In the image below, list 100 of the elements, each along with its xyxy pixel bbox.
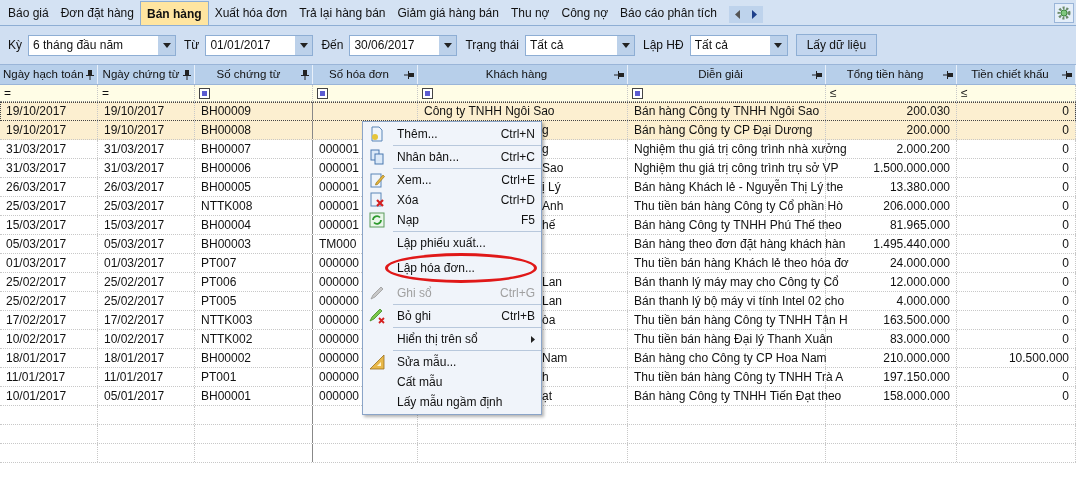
table-cell-text: 197.150.000	[883, 369, 950, 386]
table-cell-text: 26/03/2017	[6, 179, 67, 196]
table-cell-text: Thu tiền bán hàng Khách lẻ theo hóa đơ	[634, 255, 849, 272]
table-cell-text: 0	[1062, 236, 1069, 253]
table-cell-text: 0	[1062, 198, 1069, 215]
table-cell-text: Bán thanh lý máy may cho Công ty Cổ	[634, 274, 839, 291]
table-cell-text: 163.500.000	[883, 312, 950, 329]
table-cell-text: Nghiệm thu giá trị công trình nhà xưởng	[634, 141, 847, 158]
table-cell-text: 15/03/2017	[104, 217, 165, 234]
table-cell-text: 0	[1062, 274, 1069, 291]
table-cell-text: 1.500.000.000	[873, 160, 950, 177]
table-cell-text: 0	[1062, 255, 1069, 272]
table-cell-text: 01/03/2017	[6, 255, 67, 272]
table-cell-text: h	[542, 369, 549, 386]
table-cell-text: 0	[1062, 369, 1069, 386]
table-cell-text: 10/02/2017	[6, 331, 67, 348]
table-cell-text: Lan	[542, 293, 563, 310]
table-cell-text: Thu tiền bán hàng Công ty TNHH Trà A	[634, 369, 844, 386]
filter-label: Kỳ	[8, 37, 22, 54]
table-cell-text: 26/03/2017	[104, 179, 165, 196]
table-cell-text: BH00009	[201, 103, 252, 120]
table-cell-text: Bán hàng Công ty TNHH Ngôi Sao	[634, 103, 820, 120]
table-cell-text: 25/02/2017	[104, 274, 165, 291]
table-cell-text: 17/02/2017	[6, 312, 67, 329]
table-cell-text: PT005	[201, 293, 237, 310]
table-cell-text: 05/01/2017	[104, 388, 165, 405]
table-cell-text: 200.000	[906, 122, 950, 139]
table-cell-text: BH00007	[201, 141, 252, 158]
table-cell-text: BH00006	[201, 160, 252, 177]
table-cell-text: NTTK008	[201, 198, 253, 215]
table-cell-text: 31/03/2017	[104, 160, 165, 177]
table-cell-text: 01/03/2017	[104, 255, 165, 272]
table-cell-text: 000001	[319, 179, 360, 196]
table-cell-text: Bán hàng Công ty CP Đại Dương	[634, 122, 813, 139]
table-cell-text: g	[542, 122, 549, 139]
table-cell: Bán hàng Khách lẻ - Nguyễn Thị Lý the	[634, 178, 844, 196]
table-cell-text: 17/02/2017	[104, 312, 165, 329]
table-cell-text: Bán thanh lý bộ máy vi tính Intel 02 cho	[634, 293, 845, 310]
table-cell-text: Bán hàng Công ty TNHH Phú Thế theo	[634, 217, 842, 234]
table-cell-text: 19/10/2017	[104, 122, 165, 139]
table-cell-text: 0	[1062, 103, 1069, 120]
table-cell-text: 000000	[319, 369, 360, 386]
table-cell-text: 0	[1062, 122, 1069, 139]
table-cell-text: 000000	[319, 388, 360, 405]
table-cell-text: 158.000.000	[883, 388, 950, 405]
table-cell-text: 10/01/2017	[6, 388, 67, 405]
table-cell-text: Lan	[542, 274, 563, 291]
filter-label: Trạng thái	[465, 37, 519, 54]
table-cell-text: Nam	[542, 350, 568, 367]
table-cell-text: 0	[1062, 312, 1069, 329]
table-cell-text: 13.380.000	[889, 179, 950, 196]
table-cell-text: ạt	[542, 388, 552, 405]
table-cell-text: 10.500.000	[1008, 350, 1069, 367]
table-cell-text: 31/03/2017	[6, 160, 67, 177]
table-cell-text: 000000	[319, 350, 360, 367]
table-cell-text: Bán hàng cho Công ty CP Hoa Nam	[634, 350, 827, 367]
filter-label: Lập HĐ	[643, 37, 684, 54]
table-cell-text: 2.000.200	[896, 141, 950, 158]
table-cell-text: òa	[542, 312, 556, 329]
table-cell-text: 83.000.000	[889, 331, 950, 348]
table-cell-text: 18/01/2017	[104, 350, 165, 367]
table-cell-text: 0	[1062, 160, 1069, 177]
table-cell-text: NTTK003	[201, 312, 253, 329]
table-cell-text: 200.030	[906, 103, 950, 120]
table-cell-text: 1.495.440.000	[873, 236, 950, 253]
table-cell-text: Sao	[542, 160, 564, 177]
table-cell-text: 19/10/2017	[104, 103, 165, 120]
table-cell-text: Bán hàng theo đơn đặt hàng khách hàn	[634, 236, 846, 253]
table-cell-text: Nghiệm thu giá trị công trình trụ sở VP	[634, 160, 839, 177]
table-cell-text: 25/02/2017	[6, 274, 67, 291]
table-cell-text: Thu tiền bán hàng Công ty Cổ phần Hò	[634, 198, 843, 215]
table-cell-text: NTTK002	[201, 331, 253, 348]
table-cell-text: Công ty TNHH Ngôi Sao	[424, 103, 555, 120]
table-cell-text: 11/01/2017	[6, 369, 66, 386]
table-cell-text: 05/03/2017	[104, 236, 165, 253]
table-cell-text: 000001	[319, 160, 360, 177]
table-cell-text: 25/03/2017	[6, 198, 67, 215]
table-cell-text: 000000	[319, 293, 360, 310]
table-cell-text: 31/03/2017	[104, 141, 165, 158]
table-cell-text: 000001	[319, 198, 360, 215]
table-cell-text: ị Lý	[542, 179, 561, 196]
table-cell-text: 24.000.000	[889, 255, 950, 272]
table-cell-text: 0	[1062, 179, 1069, 196]
table-cell-text: 210.000.000	[883, 350, 950, 367]
table-cell-text: 25/03/2017	[104, 198, 165, 215]
table-cell-text: BH00002	[201, 350, 252, 367]
table-cell-text: 0	[1062, 331, 1069, 348]
table-cell-text: 25/02/2017	[104, 293, 165, 310]
table-cell-text: 000001	[319, 141, 360, 158]
table-cell-text: 25/02/2017	[6, 293, 67, 310]
table-cell-text: 0	[1062, 293, 1069, 310]
table-cell-text: BH00001	[201, 388, 252, 405]
table-cell-text: 31/03/2017	[6, 141, 67, 158]
table-cell-text: 05/03/2017	[6, 236, 67, 253]
table-cell-text: BH00005	[201, 179, 252, 196]
table-cell-text: 000000	[319, 331, 360, 348]
table-cell-text: BH00004	[201, 217, 252, 234]
table-cell-text: 0	[1062, 141, 1069, 158]
table-cell-text: 10/02/2017	[104, 331, 165, 348]
filter-label: Đến	[321, 37, 344, 54]
